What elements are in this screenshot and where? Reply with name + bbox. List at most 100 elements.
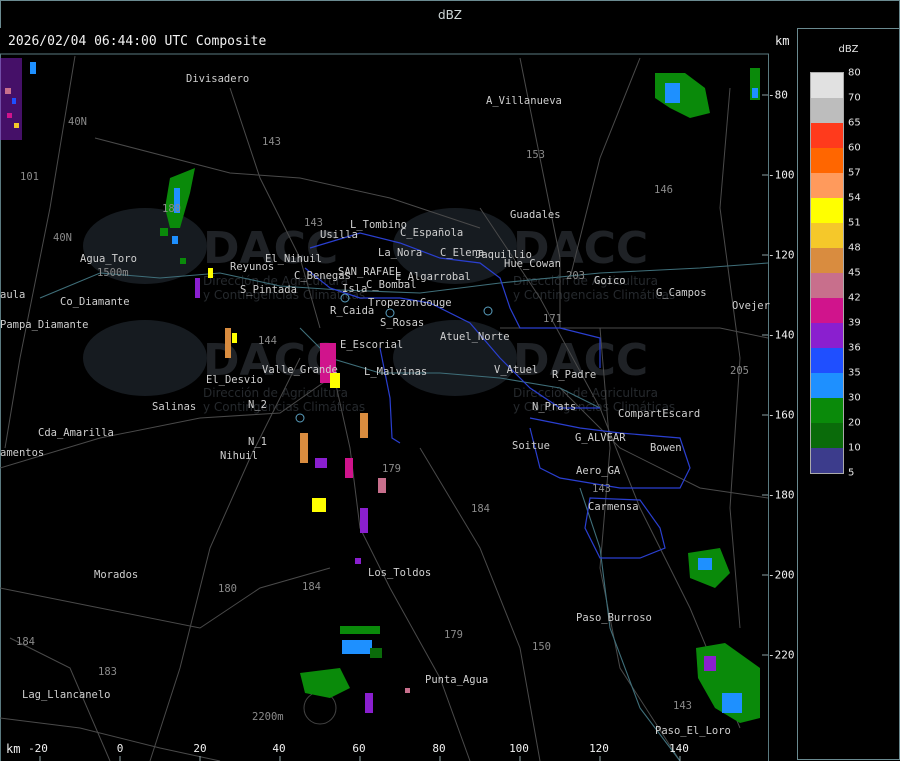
route-label: 180: [162, 203, 181, 215]
watermark-line2: y Contingencias Climáticas: [513, 288, 675, 302]
y-tick-label: -80: [768, 88, 788, 102]
place-label: Bowen: [650, 442, 682, 454]
x-tick-label: -20: [28, 742, 48, 755]
place-label: Guadales: [510, 209, 561, 221]
x-tick-label: 120: [589, 742, 609, 755]
map-canvas[interactable]: DACC DACC DACC DACC Dirección de Agricul…: [0, 28, 797, 761]
place-label: Isla: [342, 283, 367, 295]
place-label: Pampa_Diamante: [0, 319, 89, 331]
legend-level-label: 48: [848, 242, 861, 254]
route-label: 2200m: [252, 711, 284, 723]
place-label: R_Caida: [330, 305, 374, 317]
legend-swatch: [811, 298, 843, 323]
place-label: R_Padre: [552, 369, 596, 381]
legend-swatch: [811, 148, 843, 173]
route-label: 171: [543, 313, 562, 325]
x-tick-label: 60: [352, 742, 366, 755]
route-label: 203: [566, 270, 585, 282]
place-label: Los_Toldos: [368, 567, 431, 579]
legend-level-label: 80: [848, 67, 861, 79]
legend-level-label: 45: [848, 267, 861, 279]
place-label: L_Tombino: [350, 219, 407, 231]
y-tick-label: -180: [768, 488, 795, 502]
legend-level-label: 30: [848, 392, 861, 404]
place-label: S_Rosas: [380, 317, 424, 329]
place-label: Paso_Burroso: [576, 612, 652, 624]
legend-swatch: [811, 373, 843, 398]
legend-swatch: [811, 273, 843, 298]
place-label: N_2: [248, 399, 267, 411]
place-label: Tropezon: [368, 297, 419, 309]
place-label: El_Desvio: [206, 374, 263, 386]
place-label: V_Atuel: [494, 364, 538, 376]
window-title: dBZ: [0, 0, 900, 29]
legend-swatch: [811, 198, 843, 223]
radar-map[interactable]: DACC DACC DACC DACC Dirección de Agricul…: [0, 28, 797, 761]
legend-swatch: [811, 123, 843, 148]
watermark-line1: Dirección de Agricultura: [513, 274, 658, 288]
x-tick-label: 20: [193, 742, 207, 755]
route-label: 150: [532, 641, 551, 653]
legend-level-label: 54: [848, 192, 861, 204]
x-tick-label: 0: [116, 742, 124, 755]
timestamp-label: 2026/02/04 06:44:00 UTC Composite: [8, 34, 267, 49]
place-label: N_Prats: [532, 401, 576, 413]
route-label: 179: [382, 463, 401, 475]
route-label: 146: [654, 184, 673, 196]
place-label: Divisadero: [186, 73, 249, 85]
place-label: Gouge: [420, 297, 452, 309]
place-label: Hue_Cowan: [504, 258, 561, 270]
place-label: L_Malvinas: [364, 366, 427, 378]
place-label: N_1: [248, 436, 267, 448]
legend-level-label: 35: [848, 367, 861, 379]
legend-swatch: [811, 73, 843, 98]
place-label: Ovejer: [732, 300, 770, 312]
x-axis-unit: km: [6, 742, 21, 756]
route-label: 101: [20, 171, 39, 183]
place-label: S_Pintada: [240, 284, 297, 296]
place-label: SAN_RAFAEL: [338, 266, 401, 278]
place-label: Co_Diamante: [60, 296, 130, 308]
place-label: C_Española: [400, 227, 463, 239]
place-label: Salinas: [152, 401, 196, 413]
y-tick-label: -140: [768, 328, 795, 342]
place-label: Paso_El_Loro: [655, 725, 731, 737]
place-label: Punta_Agua: [425, 674, 488, 686]
place-label: Morados: [94, 569, 138, 581]
place-label: La_Nora: [378, 247, 422, 259]
place-label: El_Nihuil: [265, 253, 322, 265]
route-label: 179: [444, 629, 463, 641]
place-label: A_Villanueva: [486, 95, 562, 107]
watermark-line1: Dirección de Agricultura: [203, 386, 348, 400]
legend-level-label: 70: [848, 92, 861, 104]
place-label: Valle_Grande: [262, 364, 338, 376]
legend-title: dBZ: [838, 44, 859, 55]
x-tick-label: 140: [669, 742, 689, 755]
place-label: Nihuil: [220, 450, 258, 462]
route-label: 40N: [68, 116, 87, 128]
x-tick-label: 40: [272, 742, 286, 755]
route-label: 184: [302, 581, 321, 593]
legend-level-label: 20: [848, 417, 861, 429]
x-tick-label: 100: [509, 742, 529, 755]
legend-level-label: 39: [848, 317, 861, 329]
route-label: 1500m: [97, 267, 129, 279]
y-tick-label: -220: [768, 648, 795, 662]
route-label: 153: [526, 149, 545, 161]
legend-swatch: [811, 398, 843, 423]
y-tick-label: -100: [768, 168, 795, 182]
route-label: 205: [730, 365, 749, 377]
title-text: dBZ: [437, 7, 463, 22]
legend-swatch: [811, 348, 843, 373]
place-label: Agua_Toro: [80, 253, 137, 265]
place-label: C_Bombal: [366, 279, 417, 291]
legend-level-label: 51: [848, 217, 861, 229]
legend-swatch: [811, 323, 843, 348]
place-label: aula: [0, 289, 25, 301]
legend-swatch: [811, 98, 843, 123]
legend-swatch: [811, 248, 843, 273]
route-label: 183: [98, 666, 117, 678]
route-label: 143: [673, 700, 692, 712]
map-background: [0, 28, 797, 761]
place-label: Lag_Llancanelo: [22, 689, 111, 701]
